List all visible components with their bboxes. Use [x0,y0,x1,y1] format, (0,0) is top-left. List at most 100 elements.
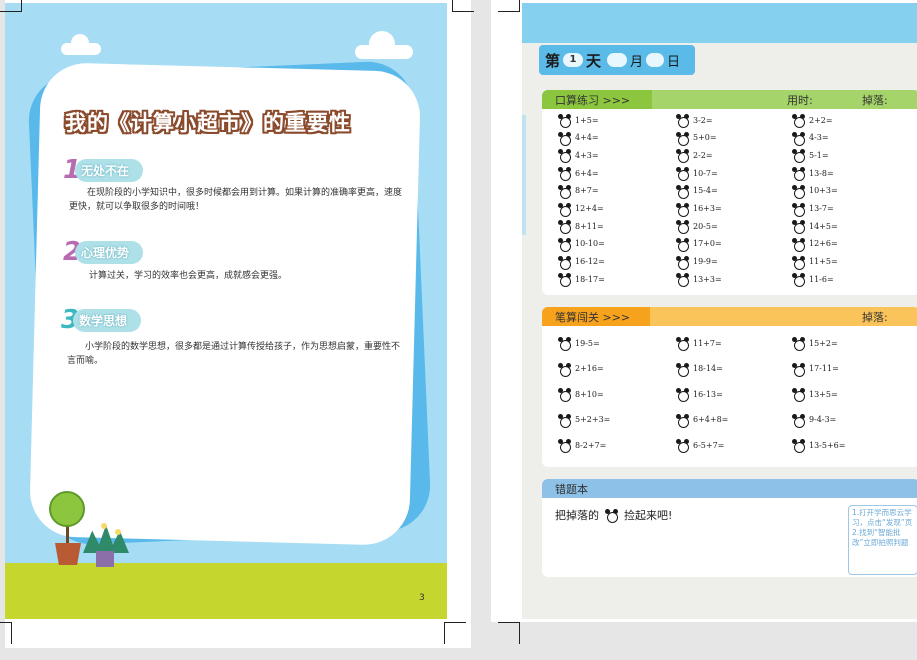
section-title: 心理优势 [75,240,144,264]
math-problem: 4-3= [792,131,829,146]
section-body-3: 小学阶段的数学思想，很多都是通过计算传授给孩子，作为思想启蒙，重要性不言而喻。 [67,342,401,366]
problem-text: 19-9= [693,257,718,267]
section-title: 数学思想 [73,308,142,332]
problem-text: 19-5= [575,338,600,348]
mouse-icon [558,439,571,453]
page-title: 我的《计算小超市》的重要性 [65,111,351,135]
written-practice-bar: 笔算闯关 >>> 掉落: [542,307,917,326]
mouse-icon [676,149,689,164]
section-title: 无处不在 [75,158,144,182]
mouse-icon [558,220,571,235]
mouse-icon [792,131,805,146]
section-body-2: 计算过关，学习的效率也会更高，成就感会更强。 [89,271,288,281]
mouse-icon [676,413,689,428]
mistake-book-bar: 错题本 [542,479,917,498]
mouse-icon [676,131,689,146]
crop-mark [0,0,22,12]
math-problem: 9-4-3= [792,413,836,428]
problem-text: 6-5+7= [693,440,725,450]
mistake-book-panel: 错题本 把掉落的 捡起来吧! 1.打开学而思云学习，点击“发现”页 2.找到“智… [542,479,917,577]
oral-practice-panel: 口算练习 >>> 用时: 掉落: 1+5= 4+4= 4+3= 6+4= 8+7= 12+… [542,90,917,295]
mouse-icon [792,149,805,164]
math-problem: 3-2= [676,114,713,128]
problem-text: 5+0= [693,133,717,143]
math-problem: 10-10= [558,237,605,252]
problem-text: 4-3= [809,133,829,143]
day-date-box: 第 1 天 月 日 [539,45,695,75]
section-heading-1: 1 无处不在 [63,155,144,185]
drop-label: 掉落: [862,310,888,324]
plant-pot-icon [96,551,114,567]
problem-text: 20-5= [693,221,718,231]
date-label: 日 [667,54,681,70]
problem-text: 18-17= [575,274,605,284]
date-field[interactable] [646,53,665,67]
mouse-icon [558,202,571,217]
math-problem: 4+3= [558,149,599,164]
orange-tree-icon [49,491,85,527]
math-problem: 15-4= [676,184,718,199]
math-problem: 11-6= [792,273,834,288]
tip-box: 1.打开学而思云学习，点击“发现”页 2.找到“智能批改”立即拍照判题 [848,505,917,575]
math-problem: 8+11= [558,220,604,235]
math-problem: 19-5= [558,337,600,351]
header-band [522,3,917,43]
problem-text: 8+10= [575,389,604,399]
month-field[interactable] [607,53,628,67]
math-problem: 16+3= [676,202,722,217]
math-problem: 10+3= [792,184,838,199]
math-problem: 11+7= [676,337,722,351]
mouse-icon [676,184,689,199]
problem-text: 15+2= [809,338,838,348]
drop-label: 掉落: [862,93,888,107]
mouse-icon [676,273,689,288]
written-practice-panel: 笔算闯关 >>> 掉落: 19-5= 2+16= 8+10= 5+2+3= 8-2+7=… [542,307,917,467]
math-problem: 11+5= [792,255,838,270]
math-problem: 5+0= [676,131,717,146]
problem-text: 16+3= [693,204,722,213]
flower-icon [115,529,121,535]
day-number-field[interactable]: 1 [563,53,584,67]
mouse-icon [792,255,805,270]
math-problem: 2-2= [676,149,713,164]
math-problem: 13-8= [792,167,834,182]
math-problem: 16-12= [558,255,605,270]
problem-text: 10+3= [809,186,838,196]
flower-pot-icon [55,543,81,565]
problem-text: 14+5= [809,221,838,231]
problem-text: 11-6= [809,274,834,284]
math-problem: 13+5= [792,388,838,402]
mouse-icon [792,439,805,453]
math-problem: 15+2= [792,337,838,351]
mouse-icon [558,114,571,128]
instruction-text-after: 捡起来吧! [624,509,673,522]
mouse-icon [676,255,689,270]
mouse-icon [792,388,805,402]
problem-text: 12+4= [575,204,604,213]
problem-text: 3-2= [693,115,713,125]
mouse-icon [792,220,805,235]
math-problem: 4+4= [558,131,599,146]
oral-practice-bar: 口算练习 >>> 用时: 掉落: [542,90,917,109]
left-page-background: 我的《计算小超市》的重要性 1 无处不在 在现阶段的小学知识中，很多时候都会用到… [5,3,447,619]
side-decoration [522,115,526,235]
cloud-icon [355,31,413,59]
math-problem: 12+4= [558,202,604,217]
math-problem: 13-5+6= [792,439,845,453]
mouse-icon [558,388,571,402]
section-heading-3: 3 数学思想 [61,305,142,335]
problem-text: 6+4= [575,168,599,178]
mouse-icon [558,167,571,182]
mouse-icon [792,362,805,377]
mouse-icon [676,439,689,453]
problem-text: 13+3= [693,274,722,284]
math-problem: 17-11= [792,362,839,377]
mouse-icon [676,220,689,235]
mouse-icon [558,184,571,199]
day-prefix: 第 [545,51,561,70]
math-problem: 12+6= [792,237,838,252]
problem-text: 13-7= [809,204,834,213]
math-problem: 17+0= [676,237,722,252]
mouse-icon [792,273,805,288]
mouse-icon [676,202,689,217]
